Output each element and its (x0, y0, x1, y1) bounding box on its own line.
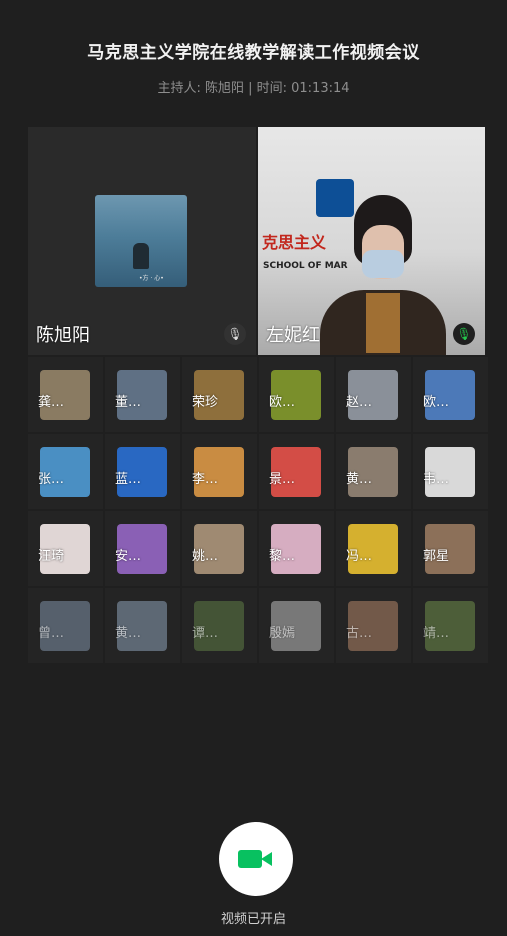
participant-tile[interactable]: 曾… (28, 588, 103, 663)
participant-name: 龚… (38, 395, 65, 410)
participant-tile[interactable]: 古… (336, 588, 411, 663)
featured-video-host[interactable]: •方 · 心• 陈旭阳 🎙 (28, 127, 256, 355)
participant-name: 谭… (192, 626, 219, 641)
featured-name: 陈旭阳 (36, 325, 90, 346)
participant-tile[interactable]: 景… (259, 434, 334, 509)
participant-tile[interactable]: 蓝… (105, 434, 180, 509)
participant-name: 韦… (423, 472, 450, 487)
camera-status-label: 视频已开启 (220, 912, 286, 927)
participant-tile[interactable]: 董… (105, 357, 180, 432)
participant-name: 黄… (346, 472, 373, 487)
participant-name: 黄… (115, 626, 142, 641)
participant-tile[interactable]: 张… (28, 434, 103, 509)
participant-name: 靖… (423, 626, 450, 641)
mic-off-icon: 🎙 (224, 323, 246, 345)
participant-name: 郭星 (423, 549, 450, 564)
participant-tile[interactable]: 李… (182, 434, 257, 509)
meeting-title: 马克思主义学院在线教学解读工作视频会议 (87, 43, 420, 63)
speaker-person (320, 195, 446, 355)
participant-name: 蓝… (115, 472, 142, 487)
participant-name: 荣珍 (192, 395, 219, 410)
meeting-meta: 主持人: 陈旭阳 | 时间: 01:13:14 (157, 81, 350, 96)
participant-name: 董… (115, 395, 142, 410)
participant-tile[interactable]: 赵… (336, 357, 411, 432)
participant-tile[interactable]: 谭… (182, 588, 257, 663)
participant-tile[interactable]: 姚… (182, 511, 257, 586)
camera-toggle-button[interactable] (219, 822, 293, 896)
participant-name: 姚… (192, 549, 219, 564)
participant-tile[interactable]: 殷嫣 (259, 588, 334, 663)
host-avatar: •方 · 心• (95, 195, 187, 287)
participant-tile[interactable]: 荣珍 (182, 357, 257, 432)
participant-name: 安… (115, 549, 142, 564)
participant-tile[interactable]: 黄… (105, 588, 180, 663)
participant-name: 黎… (269, 549, 296, 564)
mic-on-icon: 🎙 (453, 323, 475, 345)
participant-grid: 龚… 董… 荣珍 欧… 赵… 欧… 张… 蓝… 李… 景… 黄… 韦… 汪琦 安… (28, 357, 488, 667)
participant-tile[interactable]: 靖… (413, 588, 488, 663)
featured-name: 左妮红 (266, 325, 320, 346)
participant-tile[interactable]: 韦… (413, 434, 488, 509)
participant-name: 欧… (423, 395, 450, 410)
video-camera-icon (238, 846, 274, 872)
participant-tile[interactable]: 黎… (259, 511, 334, 586)
participant-name: 景… (269, 472, 296, 487)
participant-name: 汪琦 (38, 549, 65, 564)
participant-tile[interactable]: 安… (105, 511, 180, 586)
participant-tile[interactable]: 黄… (336, 434, 411, 509)
participant-tile[interactable]: 龚… (28, 357, 103, 432)
participant-name: 赵… (346, 395, 373, 410)
featured-video-speaker[interactable]: 克思主义 SCHOOL OF MAR 左妮红 🎙 (258, 127, 485, 355)
participant-name: 古… (346, 626, 373, 641)
participant-tile[interactable]: 欧… (413, 357, 488, 432)
participant-name: 李… (192, 472, 219, 487)
participant-name: 冯… (346, 549, 373, 564)
participant-name: 曾… (38, 626, 65, 641)
participant-name: 殷嫣 (269, 626, 296, 641)
participant-tile[interactable]: 冯… (336, 511, 411, 586)
participant-name: 张… (38, 472, 65, 487)
participant-tile[interactable]: 欧… (259, 357, 334, 432)
participant-name: 欧… (269, 395, 296, 410)
participant-tile[interactable]: 汪琦 (28, 511, 103, 586)
participant-tile[interactable]: 郭星 (413, 511, 488, 586)
